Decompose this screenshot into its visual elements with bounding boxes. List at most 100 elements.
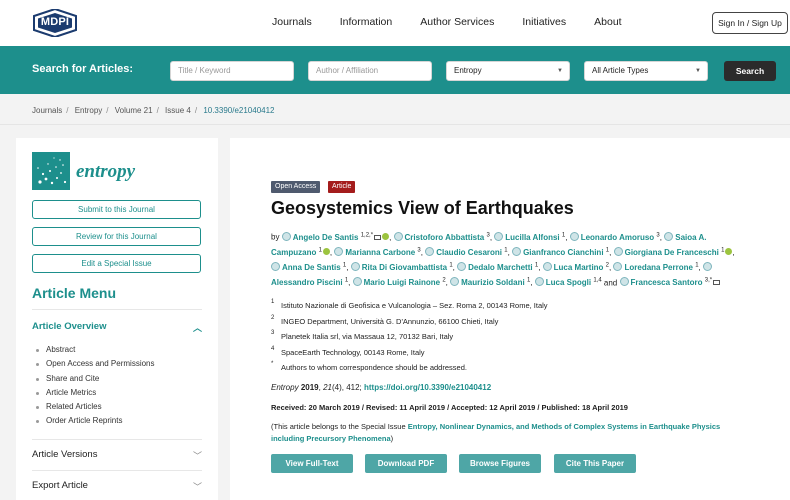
- edit-special-issue-button[interactable]: Edit a Special Issue: [32, 254, 201, 273]
- special-issue-note: (This article belongs to the Special Iss…: [271, 421, 741, 445]
- article-menu-title: Article Menu: [32, 285, 117, 301]
- breadcrumb-volume[interactable]: Volume 21: [115, 106, 153, 115]
- affiliation-text: Istituto Nazionale di Geofisica e Vulcan…: [281, 301, 548, 310]
- author[interactable]: Rita Di Giovambattista 1,: [350, 262, 455, 272]
- by-label: by: [271, 232, 280, 242]
- profile-icon: [619, 277, 629, 287]
- email-icon[interactable]: [374, 234, 382, 240]
- citation-year: 2019: [300, 383, 319, 392]
- profile-icon: [703, 262, 712, 272]
- article-type-select-value: All Article Types: [592, 66, 649, 75]
- author[interactable]: Luca Martino 2,: [542, 262, 611, 272]
- overview-reprints[interactable]: Order Article Reprints: [36, 416, 155, 430]
- author-affil-sup: 1: [721, 247, 725, 254]
- open-access-badge: Open Access: [271, 181, 321, 193]
- affiliation-number: 3: [271, 330, 275, 336]
- author[interactable]: Lucilla Alfonsi 1,: [494, 231, 567, 242]
- author[interactable]: Anna De Santis 1,: [271, 262, 349, 272]
- breadcrumb-doi[interactable]: 10.3390/e21040412: [203, 106, 274, 115]
- cite-this-paper-button[interactable]: Cite This Paper: [554, 454, 636, 473]
- nav-author-services[interactable]: Author Services: [420, 16, 494, 28]
- nav-information[interactable]: Information: [340, 16, 393, 28]
- author-name: Dedalo Marchetti: [468, 263, 533, 273]
- profile-icon: [542, 262, 552, 272]
- article-overview-list: Abstract Open Access and Permissions Sha…: [36, 345, 155, 431]
- search-button[interactable]: Search: [724, 61, 776, 81]
- browse-figures-button[interactable]: Browse Figures: [459, 454, 541, 473]
- author-affil-sup: 3: [656, 232, 660, 238]
- author[interactable]: Loredana Perrone 1,: [613, 262, 701, 272]
- author-name: Angelo De Santis: [292, 232, 359, 242]
- profile-icon: [281, 231, 291, 241]
- special-issue-suffix: ): [390, 434, 394, 443]
- author-affil-sup: 1: [561, 232, 566, 238]
- divider: [32, 439, 202, 440]
- author[interactable]: Giorgiana De Franceschi 1,: [613, 246, 735, 257]
- nav-about[interactable]: About: [594, 16, 621, 28]
- journal-select-value: Entropy: [454, 66, 482, 75]
- review-for-journal-button[interactable]: Review for this Journal: [32, 227, 201, 246]
- author-affil-sup: 1: [605, 247, 610, 254]
- article-type-select[interactable]: All Article Types ▼: [584, 61, 708, 81]
- affiliations: 1 Istituto Nazionale di Geofisica e Vulca…: [271, 299, 548, 379]
- article-type-badge: Article: [328, 181, 356, 193]
- affiliation-text: Planetek Italia srl, via Massaua 12, 701…: [281, 332, 454, 341]
- article-versions-toggle[interactable]: Article Versions ﹀: [32, 449, 202, 461]
- profile-icon: [569, 231, 579, 241]
- export-article-toggle[interactable]: Export Article ﹀: [32, 480, 202, 492]
- author[interactable]: Gianfranco Cianchini 1,: [512, 246, 611, 257]
- author[interactable]: Marianna Carbone 3,: [334, 246, 423, 257]
- author[interactable]: Claudio Cesaroni 1,: [425, 246, 510, 257]
- journal-logo[interactable]: entropy: [32, 152, 172, 190]
- affiliation-number: 2: [271, 314, 275, 321]
- overview-metrics[interactable]: Article Metrics: [36, 388, 155, 402]
- affiliation-item: 2 INGEO Department, Università G. D'Annun…: [271, 314, 548, 333]
- nav-journals[interactable]: Journals: [272, 16, 312, 28]
- profile-icon: [334, 246, 344, 256]
- overview-related[interactable]: Related Articles: [36, 402, 155, 416]
- author[interactable]: Cristoforo Abbattista 3,: [393, 231, 492, 242]
- breadcrumb-separator: /: [106, 106, 109, 115]
- article-overview-toggle[interactable]: Article Overview ︿: [32, 321, 202, 333]
- journal-select[interactable]: Entropy ▼: [446, 61, 570, 81]
- author-affil-sup: 1: [342, 262, 347, 269]
- overview-open-access[interactable]: Open Access and Permissions: [36, 359, 155, 373]
- author[interactable]: Angelo De Santis 1,2,*,: [281, 231, 391, 242]
- chevron-down-icon: ▼: [695, 68, 701, 74]
- orcid-icon[interactable]: [725, 247, 733, 255]
- view-full-text-button[interactable]: View Full-Text: [271, 454, 353, 473]
- sign-in-button[interactable]: Sign In / Sign Up: [712, 12, 788, 34]
- doi-link[interactable]: https://doi.org/10.3390/e21040412: [364, 383, 491, 392]
- author-name: Cristoforo Abbattista: [404, 232, 485, 242]
- overview-abstract[interactable]: Abstract: [36, 345, 155, 359]
- breadcrumb-journals[interactable]: Journals: [32, 106, 62, 115]
- and-word: and: [603, 278, 618, 288]
- nav-initiatives[interactable]: Initiatives: [522, 16, 566, 28]
- breadcrumb-entropy[interactable]: Entropy: [75, 106, 103, 115]
- orcid-icon[interactable]: [322, 247, 330, 255]
- author-affiliation-input[interactable]: Author / Affiliation: [308, 61, 432, 81]
- chevron-down-icon: ﹀: [192, 482, 202, 492]
- download-pdf-button[interactable]: Download PDF: [365, 454, 447, 473]
- mdpi-logo[interactable]: MDPI: [32, 9, 78, 37]
- orcid-icon[interactable]: [382, 232, 390, 240]
- author[interactable]: Francesca Santoro 3,*: [619, 277, 721, 287]
- author[interactable]: Maurizio Soldani 1,: [450, 277, 533, 287]
- submit-to-journal-button[interactable]: Submit to this Journal: [32, 200, 201, 219]
- overview-share-cite[interactable]: Share and Cite: [36, 374, 155, 388]
- article-overview-label: Article Overview: [32, 321, 107, 332]
- profile-icon: [494, 231, 504, 241]
- author[interactable]: Luca Spogli 1,4: [534, 277, 602, 287]
- author[interactable]: Mario Luigi Rainone 2,: [352, 277, 448, 287]
- author-name: Marianna Carbone: [345, 247, 416, 257]
- breadcrumb-issue[interactable]: Issue 4: [165, 106, 191, 115]
- title-keyword-input[interactable]: Title / Keyword: [170, 61, 294, 81]
- chevron-down-icon: ▼: [557, 68, 563, 74]
- search-bar: Search for Articles: Title / Keyword Aut…: [0, 46, 790, 94]
- affiliation-number: *: [271, 361, 274, 367]
- profile-icon: [352, 277, 362, 287]
- author[interactable]: Dedalo Marchetti 1,: [457, 262, 540, 273]
- email-icon[interactable]: [713, 280, 721, 286]
- author[interactable]: Leonardo Amoruso 3,: [569, 231, 662, 242]
- affiliation-item: * Authors to whom correspondence should b…: [271, 361, 548, 379]
